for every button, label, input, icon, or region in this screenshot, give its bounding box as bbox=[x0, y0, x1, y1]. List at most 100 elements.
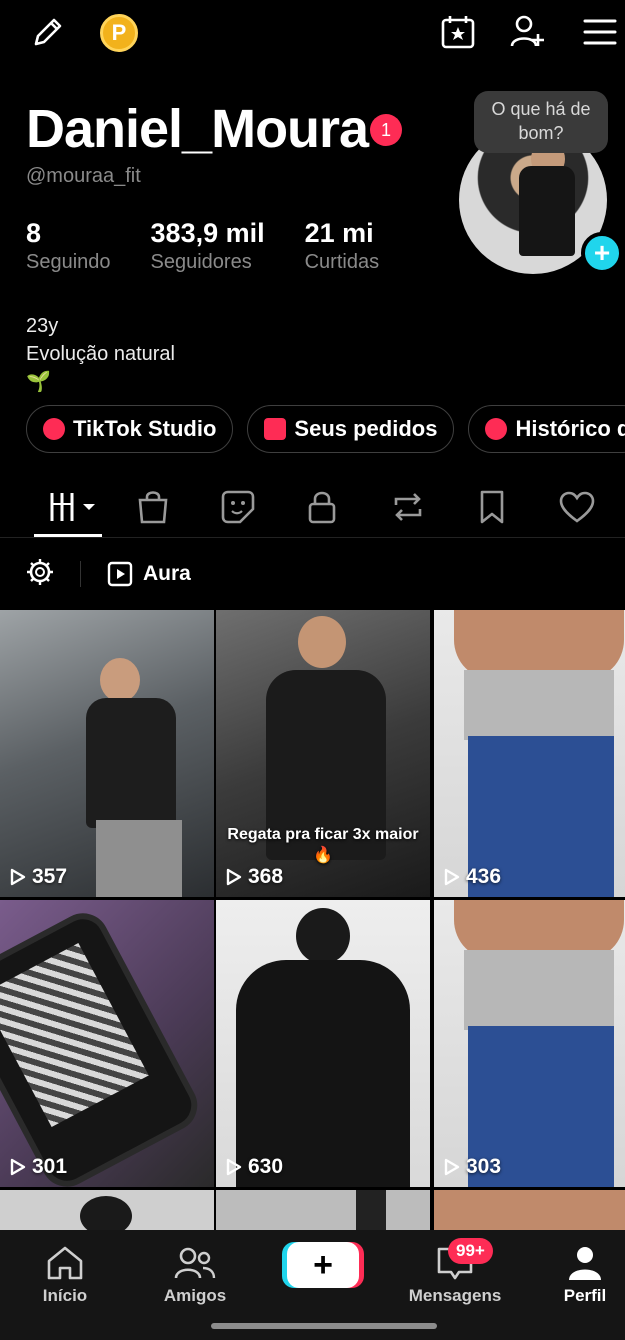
tiktok-studio-button[interactable]: TikTok Studio bbox=[26, 405, 234, 453]
play-box-icon bbox=[107, 561, 133, 587]
view-count-value: 436 bbox=[466, 865, 502, 888]
lock-icon bbox=[308, 491, 336, 524]
view-count-value: 303 bbox=[466, 1155, 502, 1178]
stat-followers[interactable]: 383,9 mil Seguidores bbox=[151, 218, 265, 274]
profile-bio: 23y Evolução natural 🌱 bbox=[26, 312, 175, 396]
coin-label: P bbox=[111, 20, 127, 45]
bio-line: 🌱 bbox=[26, 371, 51, 393]
thumb-figure bbox=[80, 1196, 132, 1230]
profile-handle: @mouraa_fit bbox=[26, 165, 141, 187]
status-bubble[interactable]: O que há de bom? bbox=[474, 91, 608, 153]
thumb-figure bbox=[464, 670, 614, 740]
video-caption: Regata pra ficar 3x maior 🔥 bbox=[227, 826, 419, 864]
stat-value: 21 mi bbox=[304, 218, 374, 248]
tab-saved[interactable] bbox=[467, 486, 517, 528]
video-thumbnail[interactable] bbox=[216, 1190, 430, 1230]
home-icon bbox=[10, 1240, 120, 1286]
tab-shop[interactable] bbox=[128, 486, 178, 528]
video-thumbnail[interactable] bbox=[434, 1190, 625, 1230]
add-story-plus-icon[interactable]: + bbox=[581, 232, 623, 274]
thumb-figure bbox=[296, 908, 350, 964]
stat-label: Seguindo bbox=[26, 251, 111, 273]
view-count: 303 bbox=[444, 1155, 501, 1179]
play-icon bbox=[226, 1158, 242, 1176]
tab-private[interactable] bbox=[297, 486, 347, 528]
view-count-value: 630 bbox=[248, 1155, 284, 1178]
shopping-bag-icon bbox=[264, 418, 287, 440]
play-icon bbox=[444, 1158, 460, 1176]
nav-friends[interactable]: Amigos bbox=[140, 1240, 250, 1306]
create-button[interactable]: + bbox=[287, 1242, 359, 1288]
chip-label: Histórico d bbox=[515, 416, 625, 441]
edit-pencil-icon[interactable] bbox=[28, 12, 68, 52]
view-count: 368 bbox=[226, 865, 283, 889]
nav-label: Mensagens bbox=[408, 1286, 502, 1305]
inbox-badge: 99+ bbox=[448, 1238, 493, 1264]
chip-label: Seus pedidos bbox=[294, 416, 438, 441]
chip-label: TikTok Studio bbox=[73, 416, 217, 441]
thumb-figure bbox=[356, 1190, 386, 1230]
video-thumbnail[interactable] bbox=[0, 1190, 214, 1230]
profile-icon bbox=[530, 1240, 625, 1286]
coin-icon[interactable]: P bbox=[100, 14, 138, 52]
tab-liked[interactable] bbox=[552, 486, 602, 528]
video-thumbnail[interactable]: 630 bbox=[216, 900, 430, 1187]
bio-line: Evolução natural bbox=[26, 343, 175, 365]
thumb-figure bbox=[100, 658, 140, 702]
playlist-aura[interactable]: Aura bbox=[107, 561, 191, 587]
sticker-icon bbox=[221, 490, 255, 524]
divider bbox=[80, 561, 81, 587]
stat-likes[interactable]: 21 mi Curtidas bbox=[305, 218, 379, 274]
thumb-figure bbox=[298, 616, 346, 668]
profile-action-chips: TikTok Studio Seus pedidos Histórico d bbox=[26, 405, 625, 453]
studio-icon bbox=[43, 418, 65, 440]
orders-button[interactable]: Seus pedidos bbox=[247, 405, 455, 453]
active-tab-indicator bbox=[34, 534, 102, 537]
thumb-figure bbox=[236, 960, 410, 1187]
view-count: 436 bbox=[444, 865, 501, 889]
nav-label: Amigos bbox=[163, 1286, 227, 1305]
view-count-value: 301 bbox=[32, 1155, 68, 1178]
bag-icon bbox=[138, 491, 168, 524]
tab-stickers[interactable] bbox=[213, 486, 263, 528]
home-indicator bbox=[211, 1323, 437, 1329]
stat-label: Seguidores bbox=[150, 251, 252, 273]
bookmark-icon bbox=[480, 490, 504, 524]
heart-icon bbox=[559, 491, 595, 523]
avatar-shirt bbox=[519, 166, 575, 256]
view-count-value: 368 bbox=[248, 865, 284, 888]
thumb-figure bbox=[86, 698, 176, 828]
play-icon bbox=[10, 1158, 26, 1176]
view-count: 630 bbox=[226, 1155, 283, 1179]
stat-value: 383,9 mil bbox=[150, 218, 265, 248]
calendar-star-icon[interactable] bbox=[438, 12, 478, 52]
video-thumbnail[interactable]: Regata pra ficar 3x maior 🔥 368 bbox=[216, 610, 430, 897]
nav-label: Início bbox=[42, 1286, 88, 1305]
repost-icon bbox=[394, 493, 422, 521]
view-count: 357 bbox=[10, 865, 67, 889]
top-bar: P bbox=[0, 0, 625, 70]
playlist-row: Aura bbox=[26, 555, 191, 593]
nav-home[interactable]: Início bbox=[10, 1240, 120, 1306]
notification-badge[interactable]: 1 bbox=[370, 114, 402, 146]
nav-profile[interactable]: Perfil bbox=[530, 1240, 625, 1306]
settings-gear-icon[interactable] bbox=[26, 558, 54, 591]
tab-reposts[interactable] bbox=[383, 486, 433, 528]
view-count: 301 bbox=[10, 1155, 67, 1179]
add-friend-icon[interactable] bbox=[508, 12, 548, 52]
thumb-figure bbox=[96, 820, 182, 897]
video-thumbnail[interactable]: 436 bbox=[434, 610, 625, 897]
playlist-label: Aura bbox=[143, 562, 191, 585]
history-button[interactable]: Histórico d bbox=[468, 405, 625, 453]
clock-icon bbox=[485, 418, 508, 440]
stat-following[interactable]: 8 Seguindo bbox=[26, 218, 111, 274]
video-thumbnail[interactable]: 303 bbox=[434, 900, 625, 1187]
video-thumbnail[interactable]: 301 bbox=[0, 900, 214, 1187]
view-count-value: 357 bbox=[32, 865, 68, 888]
bio-line: 23y bbox=[26, 315, 59, 337]
menu-icon[interactable] bbox=[580, 12, 620, 52]
stat-value: 8 bbox=[26, 218, 42, 248]
nav-label: Perfil bbox=[563, 1286, 607, 1305]
video-thumbnail[interactable]: 357 bbox=[0, 610, 214, 897]
tab-videos[interactable] bbox=[44, 486, 102, 528]
